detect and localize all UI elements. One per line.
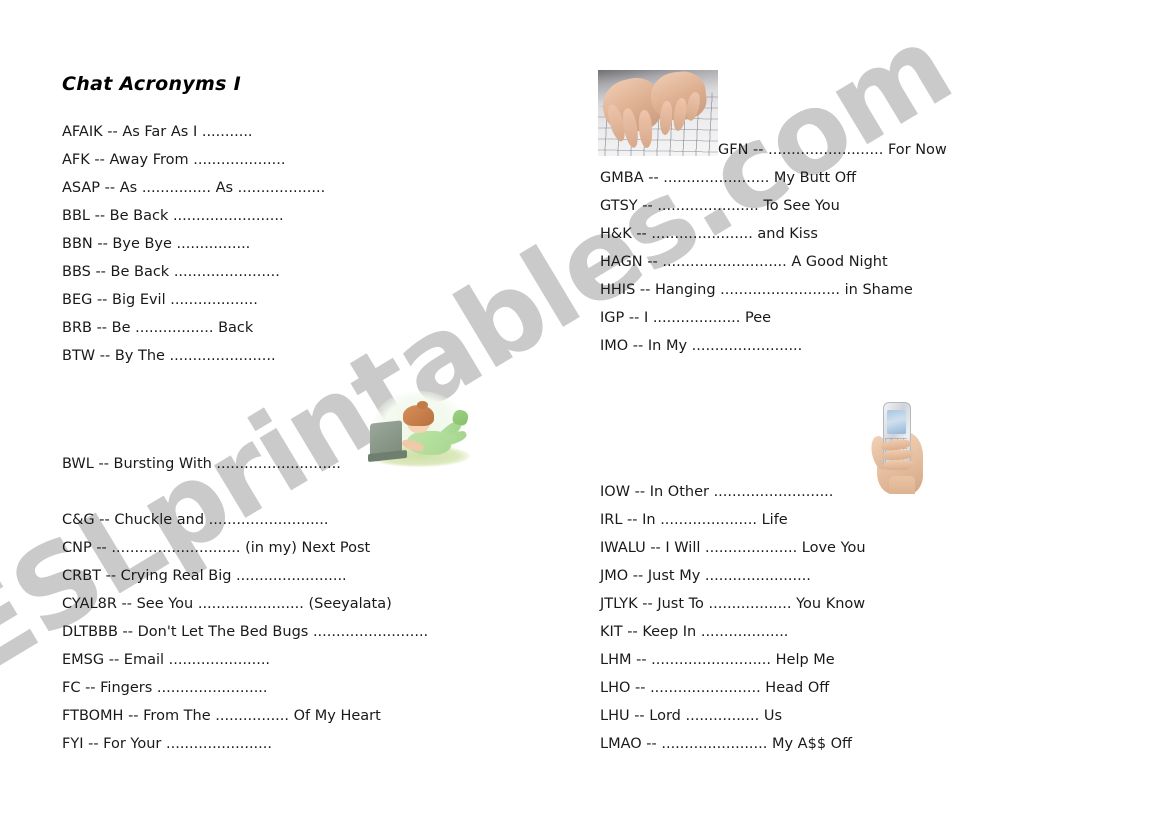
acronym-entry: LHO -- ........................ Head Off [600, 680, 830, 696]
acronym-entry: AFK -- Away From .................... [62, 152, 286, 168]
acronym-entry: H&K -- ...................... and Kiss [600, 226, 818, 242]
page-title: Chat Acronyms I [62, 73, 241, 95]
acronym-entry: IMO -- In My ........................ [600, 338, 803, 354]
acronym-entry: FYI -- For Your ....................... [62, 736, 272, 752]
acronym-entry: FTBOMH -- From The ................ Of M… [62, 708, 381, 724]
acronym-entry: CNP -- ............................ (in … [62, 540, 371, 556]
acronym-entry: CRBT -- Crying Real Big ................… [62, 568, 347, 584]
acronym-entry: IWALU -- I Will .................... Lov… [600, 540, 866, 556]
acronym-entry: C&G -- Chuckle and .....................… [62, 512, 329, 528]
acronym-entry: EMSG -- Email ...................... [62, 652, 271, 668]
acronym-entry: BBS -- Be Back ....................... [62, 264, 280, 280]
acronym-entry: AFAIK -- As Far As I ........... [62, 124, 253, 140]
acronym-entry: JTLYK -- Just To .................. You … [600, 596, 866, 612]
phone-screen-shape [887, 410, 906, 434]
hand-holding-phone-image [862, 394, 936, 494]
acronym-entry: LMAO -- ....................... My A$$ O… [600, 736, 853, 752]
acronym-entry: IGP -- I ................... Pee [600, 310, 772, 326]
wrist-shape [888, 476, 916, 494]
acronym-entry: HHIS -- Hanging ........................… [600, 282, 913, 298]
hair-bun-shape [416, 400, 428, 409]
worksheet-page: ESLprintables.com Chat Acronyms I AFAIK … [0, 0, 1169, 821]
acronym-column-left-bottom: BWL -- Bursting With ...................… [62, 450, 428, 758]
acronym-entry: LHM -- .......................... Help M… [600, 652, 835, 668]
line-spacer [62, 478, 428, 506]
acronym-entry: GFN -- ......................... For Now [718, 142, 947, 158]
acronym-column-right-top: GFN -- ......................... For Now… [600, 136, 947, 360]
acronym-entry: LHU -- Lord ................ Us [600, 708, 783, 724]
acronym-entry: BRB -- Be ................. Back [62, 320, 254, 336]
acronym-entry: JMO -- Just My ....................... [600, 568, 811, 584]
acronym-column-right-bottom: IOW -- In Other ........................… [600, 478, 866, 758]
acronym-entry: IRL -- In ..................... Life [600, 512, 788, 528]
acronym-entry: IOW -- In Other ........................… [600, 484, 834, 500]
acronym-entry: CYAL8R -- See You ......................… [62, 596, 392, 612]
acronym-entry: BBL -- Be Back ........................ [62, 208, 284, 224]
acronym-entry: GTSY -- ...................... To See Yo… [600, 198, 840, 214]
acronym-entry: HAGN -- ........................... A Go… [600, 254, 888, 270]
acronym-entry: BTW -- By The ....................... [62, 348, 276, 364]
acronym-entry: FC -- Fingers ........................ [62, 680, 268, 696]
acronym-entry: BBN -- Bye Bye ................ [62, 236, 251, 252]
acronym-entry: DLTBBB -- Don't Let The Bed Bugs .......… [62, 624, 429, 640]
acronym-entry: ASAP -- As ............... As ..........… [62, 180, 326, 196]
acronym-column-left-top: AFAIK -- As Far As I ........... AFK -- A… [62, 118, 325, 370]
acronym-entry: GMBA -- ....................... My Butt … [600, 170, 857, 186]
acronym-entry: BWL -- Bursting With ...................… [62, 456, 341, 472]
acronym-entry: KIT -- Keep In ................... [600, 624, 789, 640]
acronym-entry: BEG -- Big Evil ................... [62, 292, 258, 308]
